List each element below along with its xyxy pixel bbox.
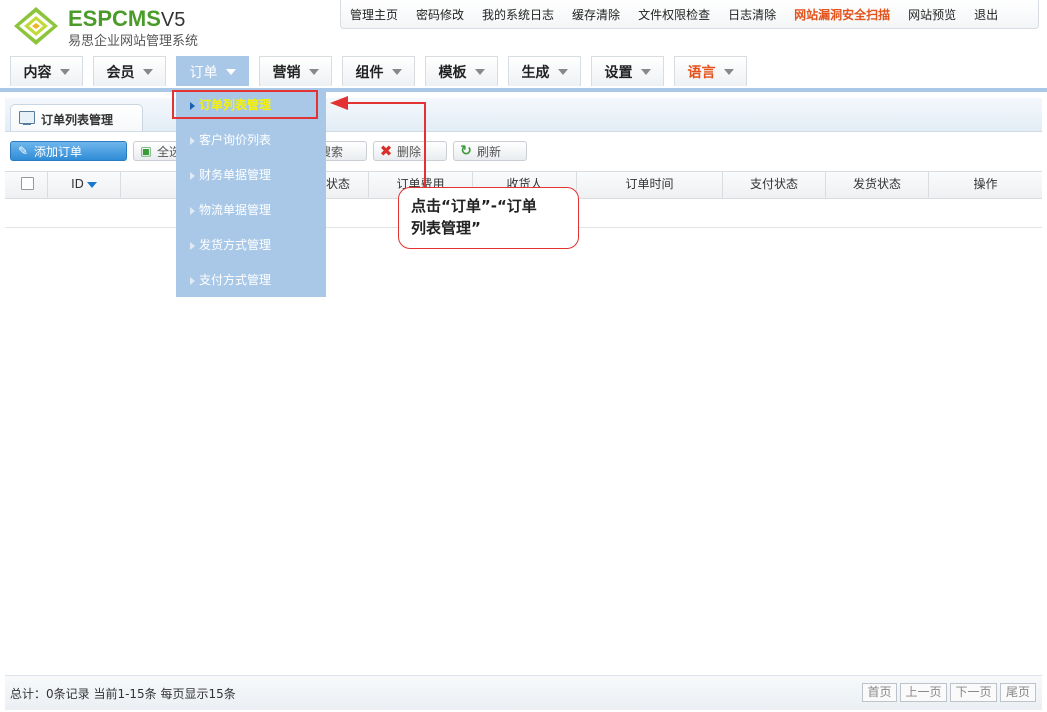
triangle-right-icon [190, 276, 195, 285]
nav-label: 内容 [23, 64, 52, 81]
menu-item-payment-methods[interactable]: 支付方式管理 [176, 263, 326, 298]
nav-label: 模板 [438, 64, 467, 81]
column-shipping-status: 发货状态 [826, 171, 929, 198]
nav-label: 组件 [355, 64, 384, 81]
delete-button[interactable]: ✖ 删除 [373, 141, 447, 161]
nav-label: 营销 [272, 64, 301, 81]
menu-item-label: 财务单据管理 [199, 168, 272, 182]
delete-x-icon: ✖ [379, 142, 393, 160]
chevron-down-icon [391, 68, 402, 75]
nav-tab-component[interactable]: 组件 [342, 56, 415, 86]
nav-tab-member[interactable]: 会员 [93, 56, 166, 86]
nav-label: 设置 [604, 64, 633, 81]
column-payment-status: 支付状态 [723, 171, 826, 198]
triangle-right-icon [190, 136, 195, 145]
nav-label: 订单 [189, 64, 218, 81]
menu-item-label: 客户询价列表 [199, 133, 272, 147]
chevron-down-icon [59, 68, 70, 75]
annotation-callout: 点击“订单”-“订单 列表管理” [398, 187, 579, 249]
page-tab-order-list[interactable]: 订单列表管理 [10, 104, 143, 131]
annotation-line-1: 点击“订单”-“订单 [411, 197, 537, 215]
column-actions: 操作 [973, 177, 998, 191]
chevron-down-icon [142, 68, 153, 75]
nav-tab-generate[interactable]: 生成 [508, 56, 581, 86]
nav-label: 生成 [521, 64, 550, 81]
prev-page-button[interactable]: 上一页 [900, 683, 947, 702]
brand-name: ESPCMSV5 [68, 6, 186, 31]
nav-tab-marketing[interactable]: 营销 [259, 56, 332, 86]
menu-item-customer-inquiry[interactable]: 客户询价列表 [176, 123, 326, 158]
refresh-label: 刷新 [477, 144, 502, 159]
nav-underline [0, 88, 1047, 92]
order-dropdown-menu: 订单列表管理 客户询价列表 财务单据管理 物流单据管理 发货方式管理 支付方式管… [176, 88, 326, 297]
add-order-button[interactable]: ✎ 添加订单 [10, 141, 127, 161]
first-page-button[interactable]: 首页 [862, 683, 897, 702]
sort-down-icon [86, 181, 97, 188]
refresh-button[interactable]: ↻ 刷新 [453, 141, 527, 161]
top-link-home[interactable]: 管理主页 [350, 6, 398, 23]
triangle-right-icon [190, 206, 195, 215]
nav-tab-settings[interactable]: 设置 [591, 56, 664, 86]
top-link-logout[interactable]: 退出 [974, 6, 998, 23]
chevron-down-icon [640, 68, 651, 75]
refresh-icon: ↻ [460, 143, 472, 159]
nav-tab-template[interactable]: 模板 [425, 56, 498, 86]
nav-tab-content[interactable]: 内容 [10, 56, 83, 86]
highlight-box [172, 90, 318, 119]
main-nav: 内容 会员 订单 营销 组件 模板 生成 设置 语言 [10, 56, 757, 88]
brand-subtitle: 易思企业网站管理系统 [68, 34, 199, 49]
nav-tab-order[interactable]: 订单 [176, 56, 249, 86]
add-order-label: 添加订单 [34, 144, 83, 159]
menu-item-logistics-docs[interactable]: 物流单据管理 [176, 193, 326, 228]
top-link-preview[interactable]: 网站预览 [908, 6, 956, 23]
record-summary: 总计：0条记录 当前1-15条 每页显示15条 [10, 687, 236, 701]
chevron-down-icon [557, 68, 568, 75]
top-link-clear-log[interactable]: 日志清除 [728, 6, 776, 23]
add-document-icon: ✎ [17, 144, 29, 158]
top-links-bar: 管理主页 密码修改 我的系统日志 缓存清除 文件权限检查 日志清除 网站漏洞安全… [340, 0, 1039, 29]
page-tab-bar [5, 98, 1042, 132]
menu-item-label: 支付方式管理 [199, 273, 272, 287]
next-page-button[interactable]: 下一页 [950, 683, 997, 702]
top-link-security-scan[interactable]: 网站漏洞安全扫描 [794, 6, 890, 23]
top-link-my-log[interactable]: 我的系统日志 [482, 6, 554, 23]
top-link-password[interactable]: 密码修改 [416, 6, 464, 23]
select-all-checkbox[interactable] [21, 177, 34, 190]
nav-label: 会员 [106, 64, 135, 81]
top-link-clear-cache[interactable]: 缓存清除 [572, 6, 620, 23]
chevron-down-icon [723, 68, 734, 75]
menu-item-label: 发货方式管理 [199, 238, 272, 252]
menu-item-finance-docs[interactable]: 财务单据管理 [176, 158, 326, 193]
delete-label: 删除 [397, 144, 422, 159]
nav-label: 语言 [687, 64, 716, 81]
menu-item-label: 物流单据管理 [199, 203, 272, 217]
column-order-time: 订单时间 [577, 171, 723, 198]
select-all-icon: ▣ [140, 144, 152, 158]
menu-item-shipping-methods[interactable]: 发货方式管理 [176, 228, 326, 263]
chevron-down-icon [225, 68, 236, 75]
triangle-right-icon [190, 241, 195, 250]
chevron-down-icon [308, 68, 319, 75]
espcms-logo-icon [14, 7, 58, 45]
column-id[interactable]: ID [48, 171, 121, 198]
monitor-icon [19, 111, 35, 125]
column-id-label: ID [71, 177, 84, 191]
nav-tab-language[interactable]: 语言 [674, 56, 747, 86]
page-tab-label: 订单列表管理 [41, 113, 114, 127]
annotation-line-2: 列表管理” [411, 219, 481, 237]
chevron-down-icon [474, 68, 485, 75]
top-link-file-permission[interactable]: 文件权限检查 [638, 6, 710, 23]
triangle-right-icon [190, 171, 195, 180]
last-page-button[interactable]: 尾页 [1000, 683, 1036, 702]
